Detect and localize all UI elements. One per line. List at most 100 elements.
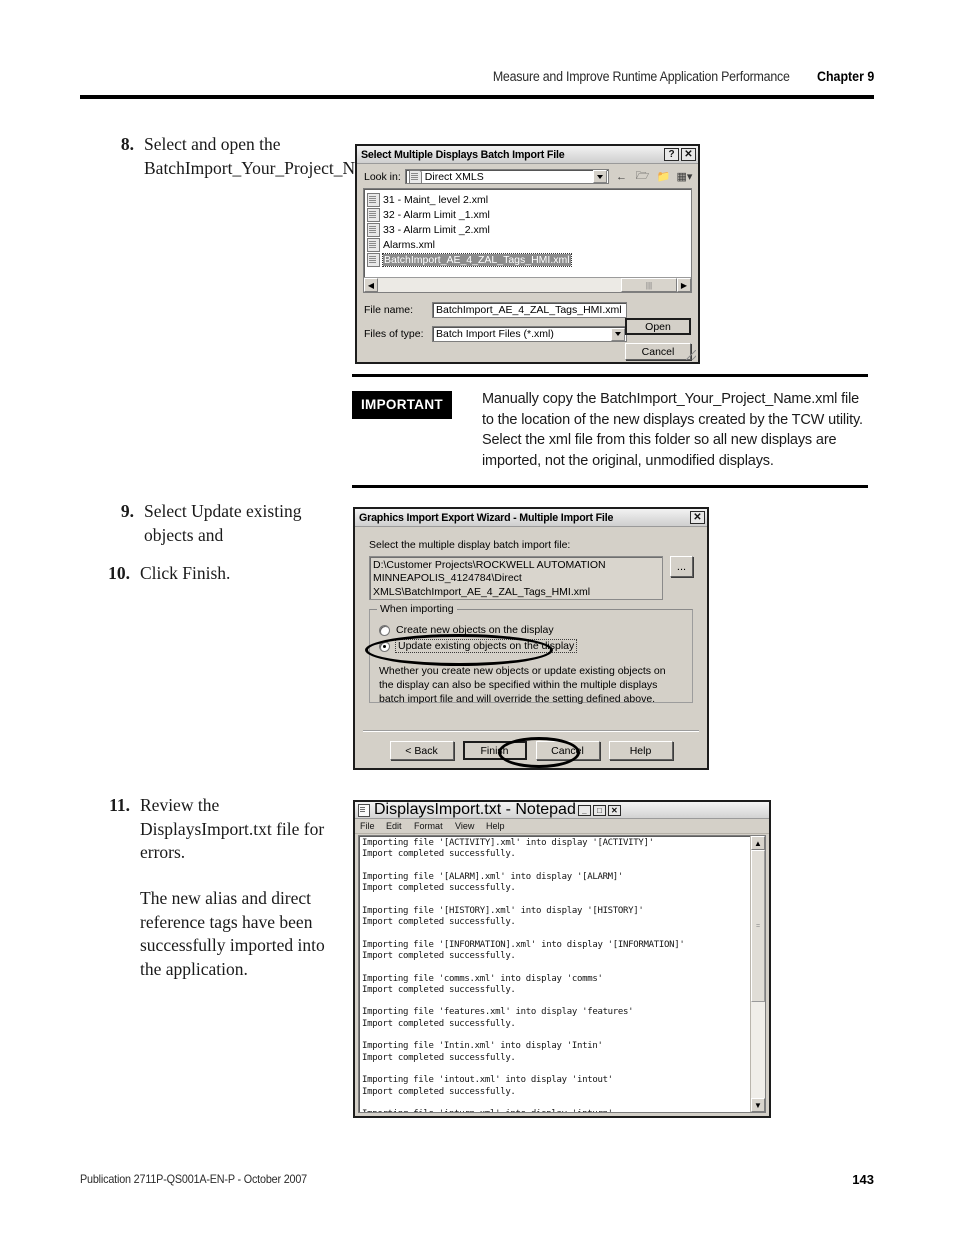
notepad-menu-bar: File Edit Format View Help	[355, 819, 769, 834]
look-in-row: Look in: Direct XMLS ← 🗁 📁 ▦▾	[357, 164, 698, 188]
list-item[interactable]: 31 - Maint_ level 2.xml	[367, 192, 689, 207]
page-header: Measure and Improve Runtime Application …	[80, 68, 874, 86]
open-button[interactable]: Open	[625, 318, 691, 335]
minimize-icon[interactable]: _	[577, 804, 591, 816]
file-name-input[interactable]: BatchImport_AE_4_ZAL_Tags_HMI.xml	[432, 302, 627, 318]
path-row: D:\Customer Projects\ROCKWELL AUTOMATION…	[369, 556, 693, 600]
horizontal-scrollbar[interactable]: ◀ ||| ▶	[364, 277, 691, 292]
header-divider-rule	[80, 95, 874, 99]
important-message: Manually copy the BatchImport_Your_Proje…	[481, 391, 863, 469]
step-8-text: Select and open the BatchImport_Your_Pro…	[144, 134, 416, 178]
close-icon[interactable]: ✕	[690, 511, 705, 524]
close-icon[interactable]: ✕	[681, 148, 696, 161]
folder-icon	[408, 169, 422, 184]
scroll-up-icon[interactable]: ▲	[751, 836, 765, 850]
notepad-title-text: DisplaysImport.txt - Notepad	[374, 801, 576, 818]
back-button[interactable]: < Back	[389, 741, 454, 760]
files-of-type-value: Batch Import Files (*.xml)	[436, 328, 554, 340]
scrollbar-thumb[interactable]: |||	[621, 278, 677, 292]
publication-info: Publication 2711P-QS001A-EN-P - October …	[80, 1172, 308, 1186]
list-item[interactable]: Alarms.xml	[367, 237, 689, 252]
file-name-row: File name: BatchImport_AE_4_ZAL_Tags_HMI…	[364, 302, 692, 318]
wizard-title-bar[interactable]: Graphics Import Export Wizard - Multiple…	[355, 509, 707, 527]
notepad-icon	[358, 803, 370, 817]
radio-update-label: Update existing objects on the display	[394, 639, 578, 653]
maximize-icon[interactable]: □	[592, 804, 606, 816]
chevron-down-icon[interactable]	[593, 170, 607, 183]
xml-file-icon	[367, 192, 380, 207]
vertical-scrollbar[interactable]: ▲ = ▼	[750, 836, 765, 1112]
dialog-title-bar[interactable]: Select Multiple Displays Batch Import Fi…	[357, 146, 698, 164]
scrollbar-track[interactable]	[378, 278, 621, 292]
when-importing-groupbox: When importing Create new objects on the…	[369, 603, 693, 705]
finish-button[interactable]: Finish	[462, 741, 527, 760]
scroll-right-icon[interactable]: ▶	[677, 278, 691, 292]
xml-file-icon	[367, 237, 380, 252]
file-name: BatchImport_AE_4_ZAL_Tags_HMI.xml	[382, 252, 572, 267]
displaysimport-notepad-window[interactable]: DisplaysImport.txt - Notepad _ □ ✕ File …	[353, 800, 771, 1118]
file-name: 31 - Maint_ level 2.xml	[383, 193, 489, 206]
back-icon[interactable]: ←	[613, 169, 630, 184]
menu-item-help[interactable]: Help	[486, 821, 505, 832]
file-list[interactable]: 31 - Maint_ level 2.xml 32 - Alarm Limit…	[363, 188, 692, 293]
browse-button[interactable]: ...	[670, 556, 693, 577]
look-in-label: Look in:	[364, 170, 401, 183]
step-9-text: Select Update existing objects and	[144, 501, 302, 545]
menu-item-edit[interactable]: Edit	[386, 821, 402, 832]
menu-item-view[interactable]: View	[455, 821, 474, 832]
radio-button-selected-icon[interactable]	[379, 640, 390, 652]
callout-bottom-rule	[352, 485, 868, 489]
list-item-selected[interactable]: BatchImport_AE_4_ZAL_Tags_HMI.xml	[367, 252, 689, 267]
notepad-text-area[interactable]: Importing file '[ACTIVITY].xml' into dis…	[358, 835, 766, 1113]
import-file-path-input[interactable]: D:\Customer Projects\ROCKWELL AUTOMATION…	[369, 556, 663, 600]
look-in-combobox[interactable]: Direct XMLS	[404, 169, 609, 184]
views-icon[interactable]: ▦▾	[676, 169, 693, 184]
cancel-button[interactable]: Cancel	[625, 343, 691, 360]
select-batch-import-file-dialog[interactable]: Select Multiple Displays Batch Import Fi…	[355, 144, 700, 364]
file-name-label: File name:	[364, 304, 414, 316]
radio-create-label: Create new objects on the display	[396, 624, 554, 636]
notepad-title-bar[interactable]: DisplaysImport.txt - Notepad _ □ ✕	[355, 801, 769, 819]
dialog-title-text: Select Multiple Displays Batch Import Fi…	[361, 148, 565, 161]
scrollbar-track[interactable]: =	[751, 850, 765, 1098]
wizard-button-bar: < Back Finish Cancel Help	[355, 741, 707, 760]
files-of-type-label: Files of type:	[364, 328, 424, 340]
file-name: Alarms.xml	[383, 238, 435, 251]
up-one-level-icon[interactable]: 🗁	[634, 169, 651, 184]
file-name: 33 - Alarm Limit _2.xml	[383, 223, 490, 236]
xml-file-icon	[367, 207, 380, 222]
radio-update-existing-objects[interactable]: Update existing objects on the display	[379, 638, 683, 654]
step-10: 10. Click Finish.	[96, 562, 346, 586]
new-folder-icon[interactable]: 📁	[655, 169, 672, 184]
running-head-title: Measure and Improve Runtime Application …	[492, 69, 790, 84]
page-footer: Publication 2711P-QS001A-EN-P - October …	[80, 1172, 874, 1187]
when-importing-label: When importing	[377, 603, 457, 615]
help-button[interactable]: Help	[608, 741, 673, 760]
scroll-left-icon[interactable]: ◀	[364, 278, 378, 292]
step-8: 8. Select and open the BatchImport_Your_…	[100, 133, 416, 180]
notepad-content: Importing file '[ACTIVITY].xml' into dis…	[362, 838, 685, 1112]
radio-button-icon[interactable]	[379, 624, 390, 636]
graphics-import-export-wizard-dialog[interactable]: Graphics Import Export Wizard - Multiple…	[353, 507, 709, 770]
wizard-title-text: Graphics Import Export Wizard - Multiple…	[359, 511, 614, 524]
help-button[interactable]: ?	[664, 148, 679, 161]
scrollbar-thumb[interactable]: =	[751, 850, 765, 1002]
resize-grip[interactable]	[686, 350, 696, 360]
close-icon[interactable]: ✕	[607, 804, 621, 816]
files-of-type-combobox[interactable]: Batch Import Files (*.xml)	[432, 326, 627, 342]
menu-item-format[interactable]: Format	[414, 821, 443, 832]
wizard-prompt: Select the multiple display batch import…	[369, 539, 571, 551]
list-item[interactable]: 33 - Alarm Limit _2.xml	[367, 222, 689, 237]
radio-create-new-objects[interactable]: Create new objects on the display	[379, 622, 683, 638]
file-list-items: 31 - Maint_ level 2.xml 32 - Alarm Limit…	[364, 189, 691, 267]
list-item[interactable]: 32 - Alarm Limit _1.xml	[367, 207, 689, 222]
chevron-down-icon[interactable]	[611, 327, 625, 341]
scroll-down-icon[interactable]: ▼	[751, 1098, 765, 1112]
cancel-button[interactable]: Cancel	[535, 741, 600, 760]
step-9: 9. Select Update existing objects and	[100, 500, 350, 547]
menu-item-file[interactable]: File	[360, 821, 375, 832]
step-8-number: 8.	[120, 134, 134, 154]
important-badge: IMPORTANT	[352, 391, 452, 419]
step-11-number: 11.	[109, 795, 130, 815]
step-9-number: 9.	[120, 501, 134, 521]
